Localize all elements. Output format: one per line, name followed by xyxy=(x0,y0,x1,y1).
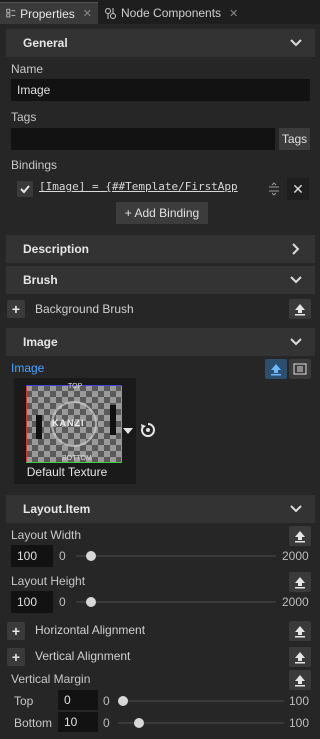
add-horizontal-alignment-button[interactable]: + xyxy=(7,622,25,640)
tab-node-components[interactable]: Node Components ✕ xyxy=(98,2,248,24)
section-image[interactable]: Image xyxy=(6,328,315,356)
chevron-right-icon xyxy=(292,243,300,255)
layout-height-label: Layout Height xyxy=(11,574,86,588)
upload-icon xyxy=(295,675,305,687)
bind-horizontal-alignment-button[interactable] xyxy=(289,621,311,641)
bind-image-button[interactable] xyxy=(265,359,287,379)
chevron-down-icon xyxy=(290,505,302,513)
thumbnail-bottom-text: BOTTOM xyxy=(62,455,92,462)
margin-bottom-input[interactable]: 10 xyxy=(58,712,98,732)
section-description-title: Description xyxy=(23,242,90,256)
binding-checkbox[interactable] xyxy=(17,181,33,197)
margin-bottom-label: Bottom xyxy=(14,716,53,730)
section-brush[interactable]: Brush xyxy=(6,266,315,294)
texture-preview[interactable]: TOP KANZI BOTTOM Default Texture xyxy=(14,378,136,484)
chevron-down-icon xyxy=(290,39,302,47)
upload-icon xyxy=(295,652,305,664)
caret-down-icon xyxy=(123,428,133,434)
section-general[interactable]: General xyxy=(6,29,315,57)
thumbnail-logo-text: KANZI xyxy=(52,418,85,428)
section-layout-item[interactable]: Layout.Item xyxy=(6,495,315,523)
node-components-icon xyxy=(105,7,116,19)
margin-top-input[interactable]: 0 xyxy=(58,690,98,710)
upload-icon xyxy=(295,304,305,316)
reset-texture-button[interactable] xyxy=(140,422,156,441)
layout-width-max: 2000 xyxy=(282,549,309,563)
layout-height-max: 2000 xyxy=(282,595,309,609)
vertical-alignment-label: Vertical Alignment xyxy=(35,649,131,663)
tab-node-components-label: Node Components xyxy=(121,6,222,20)
margin-bottom-slider-thumb[interactable] xyxy=(133,718,144,728)
tags-button[interactable]: Tags xyxy=(279,128,310,150)
section-description[interactable]: Description xyxy=(6,235,315,263)
layout-width-label: Layout Width xyxy=(11,528,82,542)
layout-width-input[interactable]: 100 xyxy=(11,545,53,567)
layout-height-slider-thumb[interactable] xyxy=(85,597,96,607)
bind-brush-button[interactable] xyxy=(289,299,311,319)
add-background-brush-button[interactable]: + xyxy=(7,300,25,318)
tab-properties-label: Properties xyxy=(20,6,75,21)
bind-layout-height-button[interactable] xyxy=(289,572,311,592)
bindings-label: Bindings xyxy=(11,158,58,172)
upload-icon xyxy=(295,577,305,589)
layout-height-slider-track[interactable] xyxy=(76,601,276,603)
tags-field[interactable] xyxy=(11,128,275,150)
layout-height-min: 0 xyxy=(59,595,66,609)
drag-handle-icon[interactable] xyxy=(265,180,283,198)
margin-bottom-max: 100 xyxy=(289,716,310,730)
resource-icon xyxy=(293,363,307,375)
bind-vertical-alignment-button[interactable] xyxy=(289,647,311,667)
chevron-down-icon xyxy=(290,276,302,284)
close-icon[interactable]: ✕ xyxy=(83,7,92,20)
margin-bottom-min: 0 xyxy=(103,716,110,730)
remove-binding-button[interactable]: ✕ xyxy=(287,178,309,200)
tab-properties[interactable]: Properties ✕ xyxy=(0,2,98,24)
horizontal-alignment-label: Horizontal Alignment xyxy=(35,623,146,637)
background-brush-label: Background Brush xyxy=(35,302,134,316)
margin-top-max: 100 xyxy=(289,694,310,708)
add-binding-button[interactable]: + Add Binding xyxy=(116,202,208,224)
bind-layout-width-button[interactable] xyxy=(289,526,311,546)
upload-icon xyxy=(295,531,305,543)
image-property-label: Image xyxy=(11,361,45,375)
margin-top-slider-thumb[interactable] xyxy=(118,696,128,706)
section-layout-item-title: Layout.Item xyxy=(23,502,91,516)
section-image-title: Image xyxy=(23,335,58,349)
name-field[interactable]: Image xyxy=(11,79,310,101)
margin-top-min: 0 xyxy=(103,694,110,708)
margin-top-label: Top xyxy=(14,694,34,708)
close-icon[interactable]: ✕ xyxy=(229,7,238,20)
tab-bar: Properties ✕ Node Components ✕ xyxy=(0,0,320,24)
upload-icon xyxy=(295,626,305,638)
upload-icon xyxy=(271,364,281,376)
layout-height-input[interactable]: 100 xyxy=(11,591,53,613)
image-resource-button[interactable] xyxy=(289,359,311,379)
texture-dropdown-arrow[interactable] xyxy=(122,425,134,439)
add-vertical-alignment-button[interactable]: + xyxy=(7,648,25,666)
layout-width-slider-thumb[interactable] xyxy=(85,551,96,561)
close-icon: ✕ xyxy=(292,180,304,197)
texture-name: Default Texture xyxy=(26,465,108,479)
reset-icon xyxy=(141,423,155,437)
thumbnail-top-text: TOP xyxy=(68,383,83,390)
section-brush-title: Brush xyxy=(23,273,58,287)
layout-width-min: 0 xyxy=(59,549,66,563)
section-general-title: General xyxy=(23,36,68,50)
name-label: Name xyxy=(11,62,44,76)
binding-expression[interactable]: [Image] = {##Template/FirstApp xyxy=(39,180,259,196)
check-icon xyxy=(20,185,30,194)
bind-vertical-margin-button[interactable] xyxy=(289,670,311,690)
tags-label: Tags xyxy=(11,110,37,124)
chevron-down-icon xyxy=(290,338,302,346)
properties-icon xyxy=(6,8,16,18)
margin-top-slider-track[interactable] xyxy=(118,700,284,702)
layout-width-slider-track[interactable] xyxy=(76,555,276,557)
vertical-margin-label: Vertical Margin xyxy=(11,672,91,686)
